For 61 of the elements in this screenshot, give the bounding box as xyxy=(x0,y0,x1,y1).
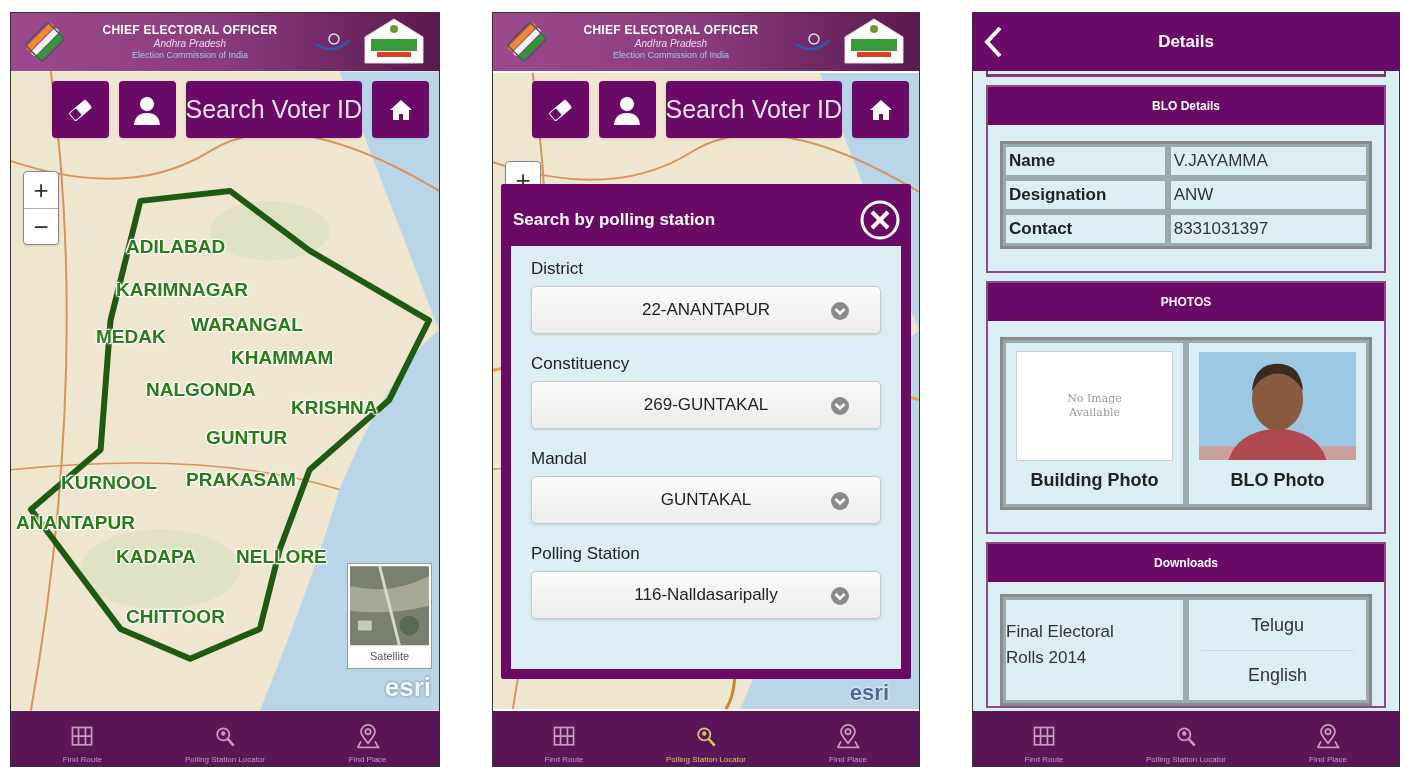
section-header: Downloads xyxy=(988,544,1384,582)
close-icon xyxy=(859,199,901,241)
placeholder-text: No Image Available xyxy=(1066,392,1123,420)
eraser-button[interactable] xyxy=(531,81,589,138)
table-cell: Contact xyxy=(1003,212,1168,246)
home-icon xyxy=(868,98,893,121)
nav-tab[interactable]: Polling Station Locator xyxy=(1115,711,1257,766)
screen-title: Details xyxy=(1158,31,1214,54)
ballot-stripes-icon xyxy=(505,20,549,64)
field-label: Mandal xyxy=(531,448,588,471)
close-button[interactable] xyxy=(859,199,901,241)
header-subtitle: Andhra Pradesh xyxy=(634,37,708,51)
header-title: CHIEF ELECTORAL OFFICER xyxy=(583,22,759,38)
section-header: PHOTOS xyxy=(988,283,1384,321)
table-cell: 8331031397 xyxy=(1167,212,1369,246)
chevron-down-icon xyxy=(830,491,850,511)
nav-tab[interactable]: Find Place xyxy=(777,711,919,766)
profile-button[interactable] xyxy=(598,81,656,138)
photo-caption: BLO Photo xyxy=(1230,469,1325,492)
photo-caption: Building Photo xyxy=(1030,469,1159,492)
person-icon xyxy=(613,94,641,125)
chevron-down-icon xyxy=(830,301,850,321)
field-label: Polling Station xyxy=(531,543,641,566)
table-cell: V.JAYAMMA xyxy=(1167,144,1369,178)
header-subtitle: Election Commission of India xyxy=(612,50,730,62)
location-pin-icon xyxy=(835,724,861,750)
nav-tab[interactable]: Polling Station Locator xyxy=(153,711,297,766)
header-subtitle: Election Commission of India xyxy=(131,50,249,62)
dropdown-select[interactable]: 22-ANANTAPUR xyxy=(531,286,881,334)
nav-tab[interactable]: Find Place xyxy=(1257,711,1399,766)
nav-tab[interactable]: Polling Station Locator xyxy=(635,711,777,766)
badge-logo-icon xyxy=(361,17,427,67)
home-button[interactable] xyxy=(852,81,909,138)
chevron-down-icon xyxy=(830,396,850,416)
back-chevron-icon xyxy=(983,26,1003,58)
dropdown-select[interactable]: 269-GUNTAKAL xyxy=(531,381,881,429)
download-link[interactable]: English xyxy=(1201,650,1354,700)
nav-tab[interactable]: Find Place xyxy=(296,711,439,766)
dropdown-select[interactable]: 116-Nalldasaripally xyxy=(531,571,881,619)
table-cell: ANW xyxy=(1167,178,1369,212)
table-cell-text: Final Electoral Rolls 2014 xyxy=(1006,621,1115,669)
nav-tab[interactable]: Find Route xyxy=(493,711,635,766)
header-subtitle: Andhra Pradesh xyxy=(153,37,227,51)
search-voter-id-button[interactable]: Search Voter ID xyxy=(665,81,842,138)
esri-logo-text: esri xyxy=(849,679,889,707)
dialog-title: Search by polling station xyxy=(513,209,716,232)
header-title: CHIEF ELECTORAL OFFICER xyxy=(102,22,278,38)
dropdown-select[interactable]: GUNTAKAL xyxy=(531,476,881,524)
nav-tab[interactable]: Find Route xyxy=(11,711,154,766)
field-label: Constituency xyxy=(531,353,631,376)
location-pin-icon xyxy=(1315,724,1341,750)
field-label: District xyxy=(531,258,584,281)
location-pin-icon xyxy=(354,724,381,750)
table-cell: Designation xyxy=(1003,178,1168,212)
chevron-down-icon xyxy=(830,586,850,606)
badge-logo-icon xyxy=(841,17,907,67)
ballot-stripes-icon xyxy=(23,20,67,64)
section-header: BLO Details xyxy=(988,87,1384,125)
table-cell: Name xyxy=(1003,144,1168,178)
nav-tab[interactable]: Find Route xyxy=(973,711,1115,766)
download-link[interactable]: Telugu xyxy=(1201,600,1354,650)
